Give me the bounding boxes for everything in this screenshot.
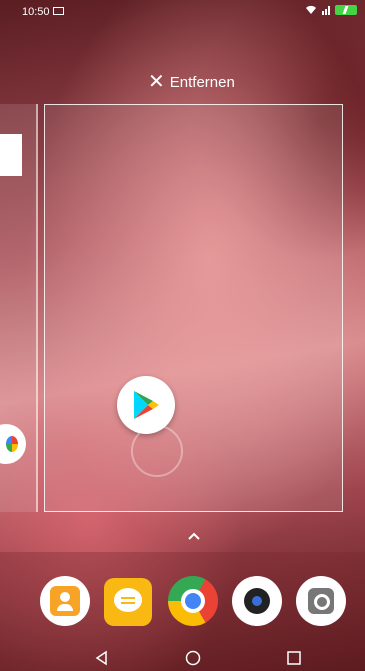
- recent-app-card-current[interactable]: [44, 104, 343, 512]
- card-content-preview: [0, 134, 22, 176]
- messages-app-icon[interactable]: [104, 578, 152, 626]
- signal-icon: [322, 6, 330, 15]
- app-dock: [38, 576, 350, 628]
- touch-ring: [131, 425, 183, 477]
- battery-charging-icon: [335, 5, 357, 15]
- play-store-icon[interactable]: [117, 376, 175, 434]
- status-bar: 10:50: [0, 0, 365, 24]
- settings-app-icon[interactable]: [296, 576, 346, 626]
- home-icon[interactable]: [183, 649, 203, 667]
- contacts-app-icon[interactable]: [40, 576, 90, 626]
- status-time: 10:50: [22, 6, 50, 18]
- recent-app-card-previous[interactable]: [0, 104, 38, 512]
- navigation-bar: [0, 645, 365, 671]
- status-icons: [305, 5, 357, 15]
- back-icon[interactable]: [92, 649, 112, 667]
- photos-app-icon[interactable]: [0, 424, 26, 464]
- remove-label: Entfernen: [169, 73, 235, 91]
- play-triangle-icon: [134, 391, 159, 419]
- wifi-icon: [306, 5, 316, 15]
- close-icon: ✕: [148, 71, 165, 93]
- camera-app-icon[interactable]: [232, 576, 282, 626]
- chevron-up-icon[interactable]: [186, 530, 202, 542]
- image-notification-icon: [53, 7, 64, 15]
- remove-all-button[interactable]: ✕ Entfernen: [148, 70, 235, 94]
- chrome-app-icon[interactable]: [168, 576, 218, 626]
- recent-apps-icon[interactable]: [284, 649, 304, 667]
